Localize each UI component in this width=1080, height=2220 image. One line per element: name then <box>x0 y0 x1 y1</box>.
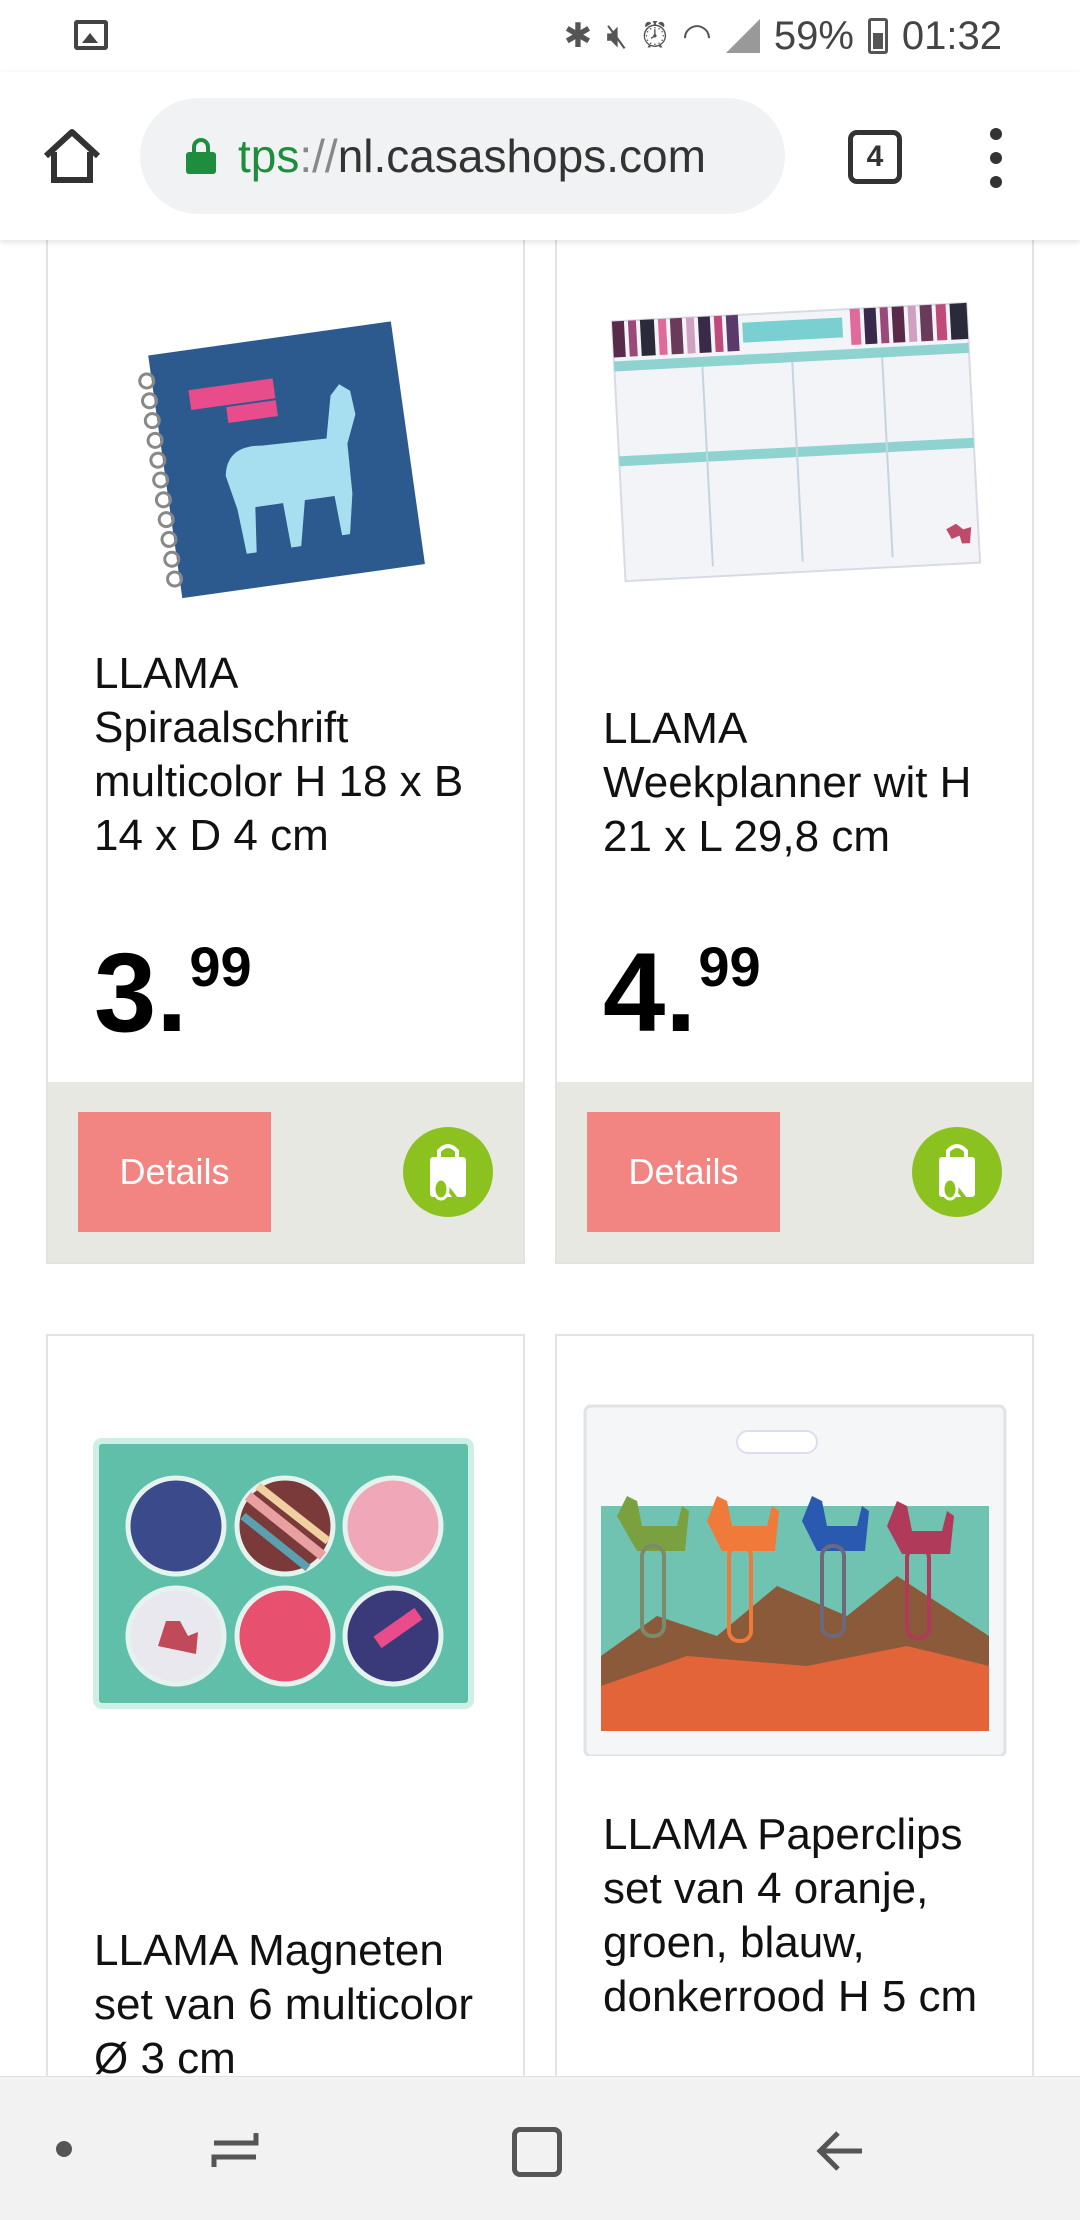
product-grid: LLAMA Spiraalschrift multicolor H 18 x B… <box>0 240 1080 2076</box>
shopping-bag-icon <box>430 1144 466 1207</box>
nav-dot-icon <box>56 2141 72 2157</box>
price-decimals: 99 <box>189 935 252 998</box>
recents-icon <box>211 2133 259 2167</box>
menu-dot-icon <box>990 128 1002 140</box>
product-title[interactable]: LLAMA Paperclips set van 4 oranje, groen… <box>603 1808 1003 2024</box>
product-image-weekplanner[interactable] <box>557 240 1032 622</box>
details-button[interactable]: Details <box>78 1112 271 1232</box>
home-button[interactable] <box>40 126 104 186</box>
price-integer: 4. <box>603 930 697 1055</box>
back-button[interactable] <box>812 2123 868 2179</box>
recents-button[interactable] <box>210 2125 260 2175</box>
lock-icon <box>186 138 216 174</box>
product-price: 3. 99 <box>94 937 252 1049</box>
card-actions: Details <box>48 1082 523 1262</box>
price-integer: 3. <box>94 930 188 1055</box>
battery-icon <box>867 18 888 54</box>
tab-switcher-button[interactable]: 4 <box>848 130 902 184</box>
card-actions: Details <box>557 1082 1032 1262</box>
back-arrow-icon <box>816 2131 862 2171</box>
status-icons: ✱ 🔇︎ ⏰︎ ◠ 59% 01:32 <box>564 12 1002 60</box>
url-host: nl.casashops.com <box>337 130 706 182</box>
overflow-menu-button[interactable] <box>984 128 1008 188</box>
battery-percentage: 59% <box>773 13 854 58</box>
signal-icon <box>725 19 760 53</box>
product-card: LLAMA Paperclips set van 4 oranje, groen… <box>555 1334 1034 2076</box>
details-button[interactable]: Details <box>587 1112 780 1232</box>
clock: 01:32 <box>901 13 1002 58</box>
add-to-cart-button[interactable] <box>403 1127 493 1217</box>
product-title[interactable]: LLAMA Weekplanner wit H 21 x L 29,8 cm <box>603 702 1003 864</box>
tab-count: 4 <box>866 140 884 173</box>
alarm-icon: ⏰︎ <box>641 16 669 56</box>
browser-toolbar: tps://nl.casashops.com 4 <box>0 72 1080 240</box>
url-scheme: tps <box>238 130 300 182</box>
wifi-icon: ◠ <box>682 16 712 56</box>
add-to-cart-button[interactable] <box>912 1127 1002 1217</box>
url-separator: :// <box>299 130 338 182</box>
product-image-paperclips[interactable] <box>557 1336 1032 1758</box>
product-card: LLAMA Weekplanner wit H 21 x L 29,8 cm 4… <box>555 240 1034 1264</box>
gallery-icon <box>74 20 108 50</box>
product-title[interactable]: LLAMA Magneten set van 6 multicolor Ø 3 … <box>94 1924 494 2076</box>
price-decimals: 99 <box>698 935 761 998</box>
menu-dot-icon <box>990 176 1002 188</box>
address-bar[interactable]: tps://nl.casashops.com <box>140 98 785 214</box>
home-icon <box>43 129 101 183</box>
system-navigation-bar <box>0 2076 1080 2220</box>
mute-icon: 🔇︎ <box>606 16 628 56</box>
product-card: LLAMA Spiraalschrift multicolor H 18 x B… <box>46 240 525 1264</box>
menu-dot-icon <box>990 152 1002 164</box>
home-nav-button[interactable] <box>512 2127 562 2177</box>
product-price: 4. 99 <box>603 937 761 1049</box>
product-image-magnets[interactable] <box>48 1336 523 1756</box>
url-text[interactable]: tps://nl.casashops.com <box>238 129 706 183</box>
status-bar: ✱ 🔇︎ ⏰︎ ◠ 59% 01:32 <box>0 0 1080 72</box>
shopping-bag-icon <box>939 1144 975 1207</box>
product-card: LLAMA Magneten set van 6 multicolor Ø 3 … <box>46 1334 525 2076</box>
product-title[interactable]: LLAMA Spiraalschrift multicolor H 18 x B… <box>94 647 494 863</box>
bluetooth-icon: ✱ <box>563 16 593 56</box>
product-image-notebook[interactable] <box>48 240 523 622</box>
